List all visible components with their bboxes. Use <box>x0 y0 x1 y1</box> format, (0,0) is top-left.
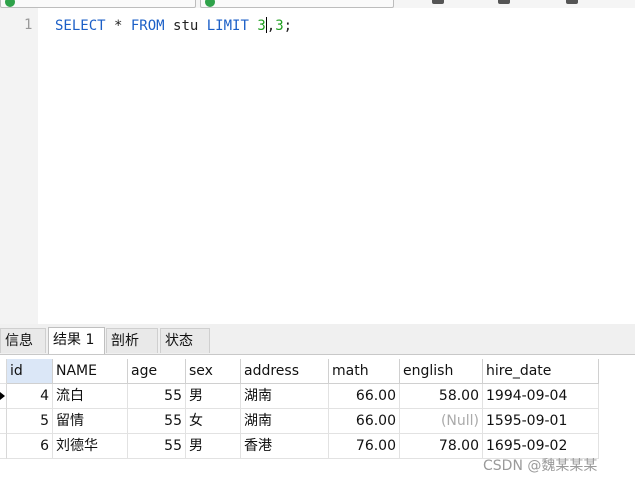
tab-profile[interactable]: 剖析 <box>106 328 158 353</box>
connection-selector[interactable] <box>0 0 196 8</box>
column-header-address[interactable]: address <box>241 359 329 384</box>
cell-sex[interactable]: 女 <box>186 409 241 434</box>
tab-status[interactable]: 状态 <box>160 328 210 353</box>
cell-english[interactable]: 78.00 <box>400 434 483 459</box>
row-header[interactable] <box>0 384 7 409</box>
column-header-sex[interactable]: sex <box>186 359 241 384</box>
tab-info[interactable]: 信息 <box>0 328 46 353</box>
grid-header: id NAME age sex address math english hir… <box>0 359 600 384</box>
cell-age[interactable]: 55 <box>128 434 186 459</box>
result-tabbar: 信息 结果 1 剖析 状态 <box>0 324 635 355</box>
cell-name[interactable]: 流白 <box>53 384 128 409</box>
cell-address[interactable]: 湖南 <box>241 384 329 409</box>
row-header[interactable] <box>0 409 7 434</box>
cell-math[interactable]: 76.00 <box>329 434 400 459</box>
cell-hire-date[interactable]: 1994-09-04 <box>483 384 599 409</box>
cell-math[interactable]: 66.00 <box>329 409 400 434</box>
cell-hire-date[interactable]: 1595-09-01 <box>483 409 599 434</box>
table-row[interactable]: 4 流白 55 男 湖南 66.00 58.00 1994-09-04 <box>0 384 600 409</box>
keyword-select: SELECT <box>55 18 106 34</box>
table-row[interactable]: 5 留情 55 女 湖南 66.00 (Null) 1595-09-01 <box>0 409 600 434</box>
cell-sex[interactable]: 男 <box>186 434 241 459</box>
toolbar <box>0 0 635 8</box>
line-number: 1 <box>24 17 33 33</box>
sql-code-line[interactable]: SELECT * FROM stu LIMIT 3,3; <box>55 17 292 35</box>
line-gutter: 1 <box>0 8 38 324</box>
cell-english-null[interactable]: (Null) <box>400 409 483 434</box>
column-header-math[interactable]: math <box>329 359 400 384</box>
code-star: * <box>105 18 131 34</box>
column-header-name[interactable]: NAME <box>53 359 128 384</box>
cell-address[interactable]: 香港 <box>241 434 329 459</box>
column-header-hire-date[interactable]: hire_date <box>483 359 599 384</box>
limit-offset: 3 <box>257 18 266 34</box>
code-comma: , <box>266 18 276 34</box>
cell-id[interactable]: 5 <box>7 409 53 434</box>
cell-age[interactable]: 55 <box>128 409 186 434</box>
keyword-limit: LIMIT <box>206 18 249 34</box>
tab-result-1[interactable]: 结果 1 <box>48 327 105 354</box>
database-icon <box>205 0 215 7</box>
column-header-age[interactable]: age <box>128 359 186 384</box>
watermark: CSDN @魏某某某 <box>483 458 598 474</box>
stop-icon[interactable] <box>498 0 510 4</box>
row-header[interactable] <box>0 434 7 459</box>
limit-count: 3 <box>275 18 284 34</box>
current-row-pointer-icon <box>0 392 5 400</box>
cell-id[interactable]: 6 <box>7 434 53 459</box>
cell-address[interactable]: 湖南 <box>241 409 329 434</box>
database-selector[interactable] <box>200 0 394 8</box>
column-header-id[interactable]: id <box>7 359 53 384</box>
cell-english[interactable]: 58.00 <box>400 384 483 409</box>
code-table-name: stu <box>164 18 207 34</box>
keyword-from: FROM <box>130 18 165 34</box>
connection-icon <box>5 0 15 7</box>
sql-editor[interactable]: 1 SELECT * FROM stu LIMIT 3,3; <box>0 8 635 324</box>
cell-name[interactable]: 留情 <box>53 409 128 434</box>
run-icon[interactable] <box>432 0 444 4</box>
explain-icon[interactable] <box>566 0 578 4</box>
cell-id[interactable]: 4 <box>7 384 53 409</box>
code-semicolon: ; <box>283 18 293 34</box>
cell-math[interactable]: 66.00 <box>329 384 400 409</box>
cell-name[interactable]: 刘德华 <box>53 434 128 459</box>
column-header-english[interactable]: english <box>400 359 483 384</box>
cell-age[interactable]: 55 <box>128 384 186 409</box>
row-header-corner <box>0 359 7 384</box>
cell-sex[interactable]: 男 <box>186 384 241 409</box>
